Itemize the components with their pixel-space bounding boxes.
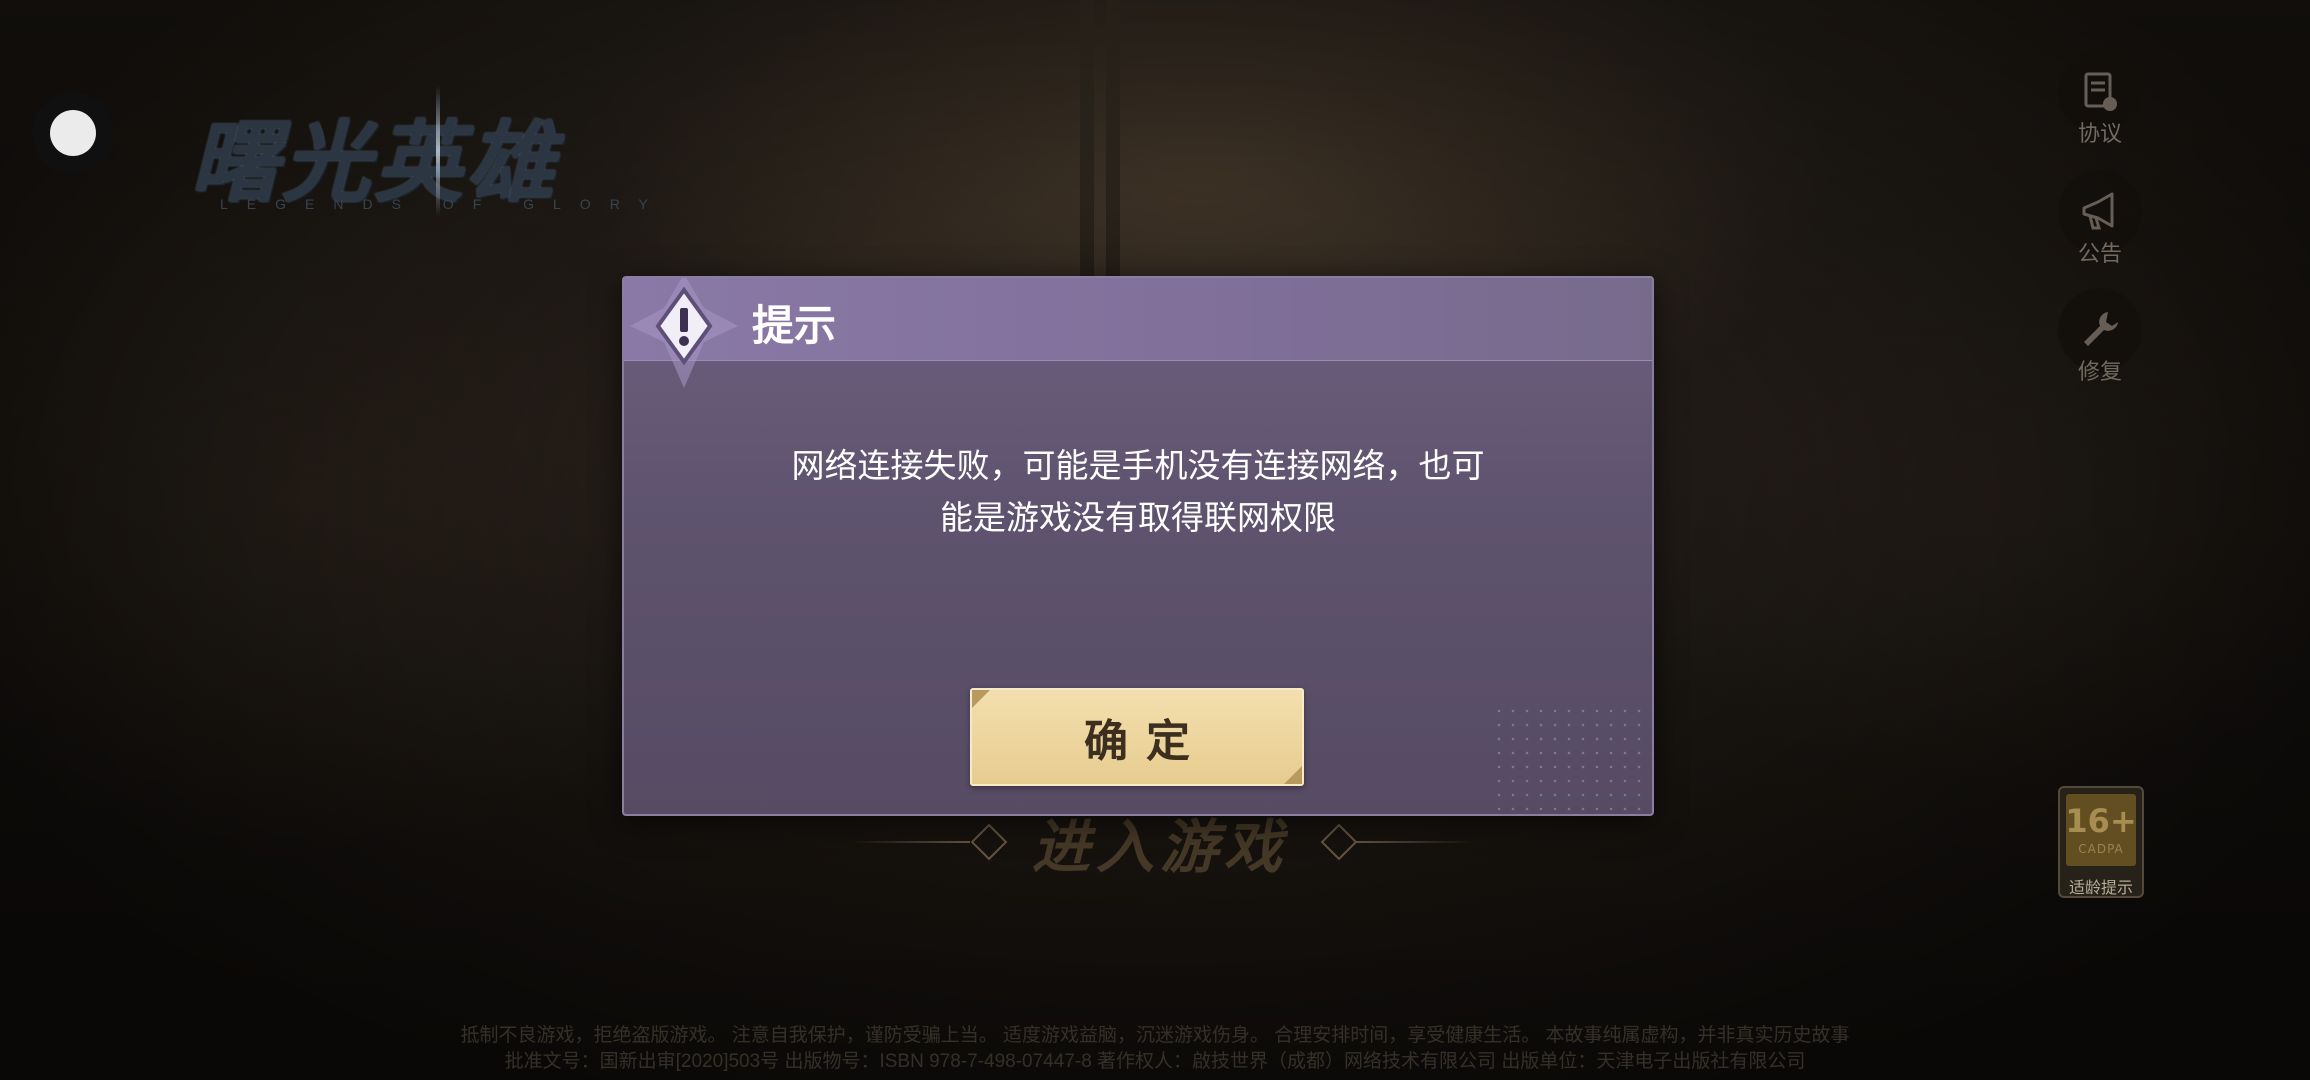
dialog-title: 提示 <box>752 301 837 350</box>
confirm-button[interactable]: 确定 <box>970 688 1304 786</box>
dialog-message-line-2: 能是游戏没有取得联网权限 <box>940 498 1336 537</box>
button-corner-decoration <box>1284 766 1302 784</box>
button-corner-decoration <box>972 690 990 708</box>
dialog-message-line-1: 网络连接失败，可能是手机没有连接网络，也可 <box>791 446 1485 485</box>
confirm-button-label: 确定 <box>1084 716 1208 767</box>
warning-icon <box>630 278 738 388</box>
dialog-message: 网络连接失败，可能是手机没有连接网络，也可 能是游戏没有取得联网权限 <box>724 440 1552 544</box>
network-error-dialog: 提示 网络连接失败，可能是手机没有连接网络，也可 能是游戏没有取得联网权限 确定 <box>622 276 1654 816</box>
dialog-dot-pattern <box>1492 704 1652 814</box>
